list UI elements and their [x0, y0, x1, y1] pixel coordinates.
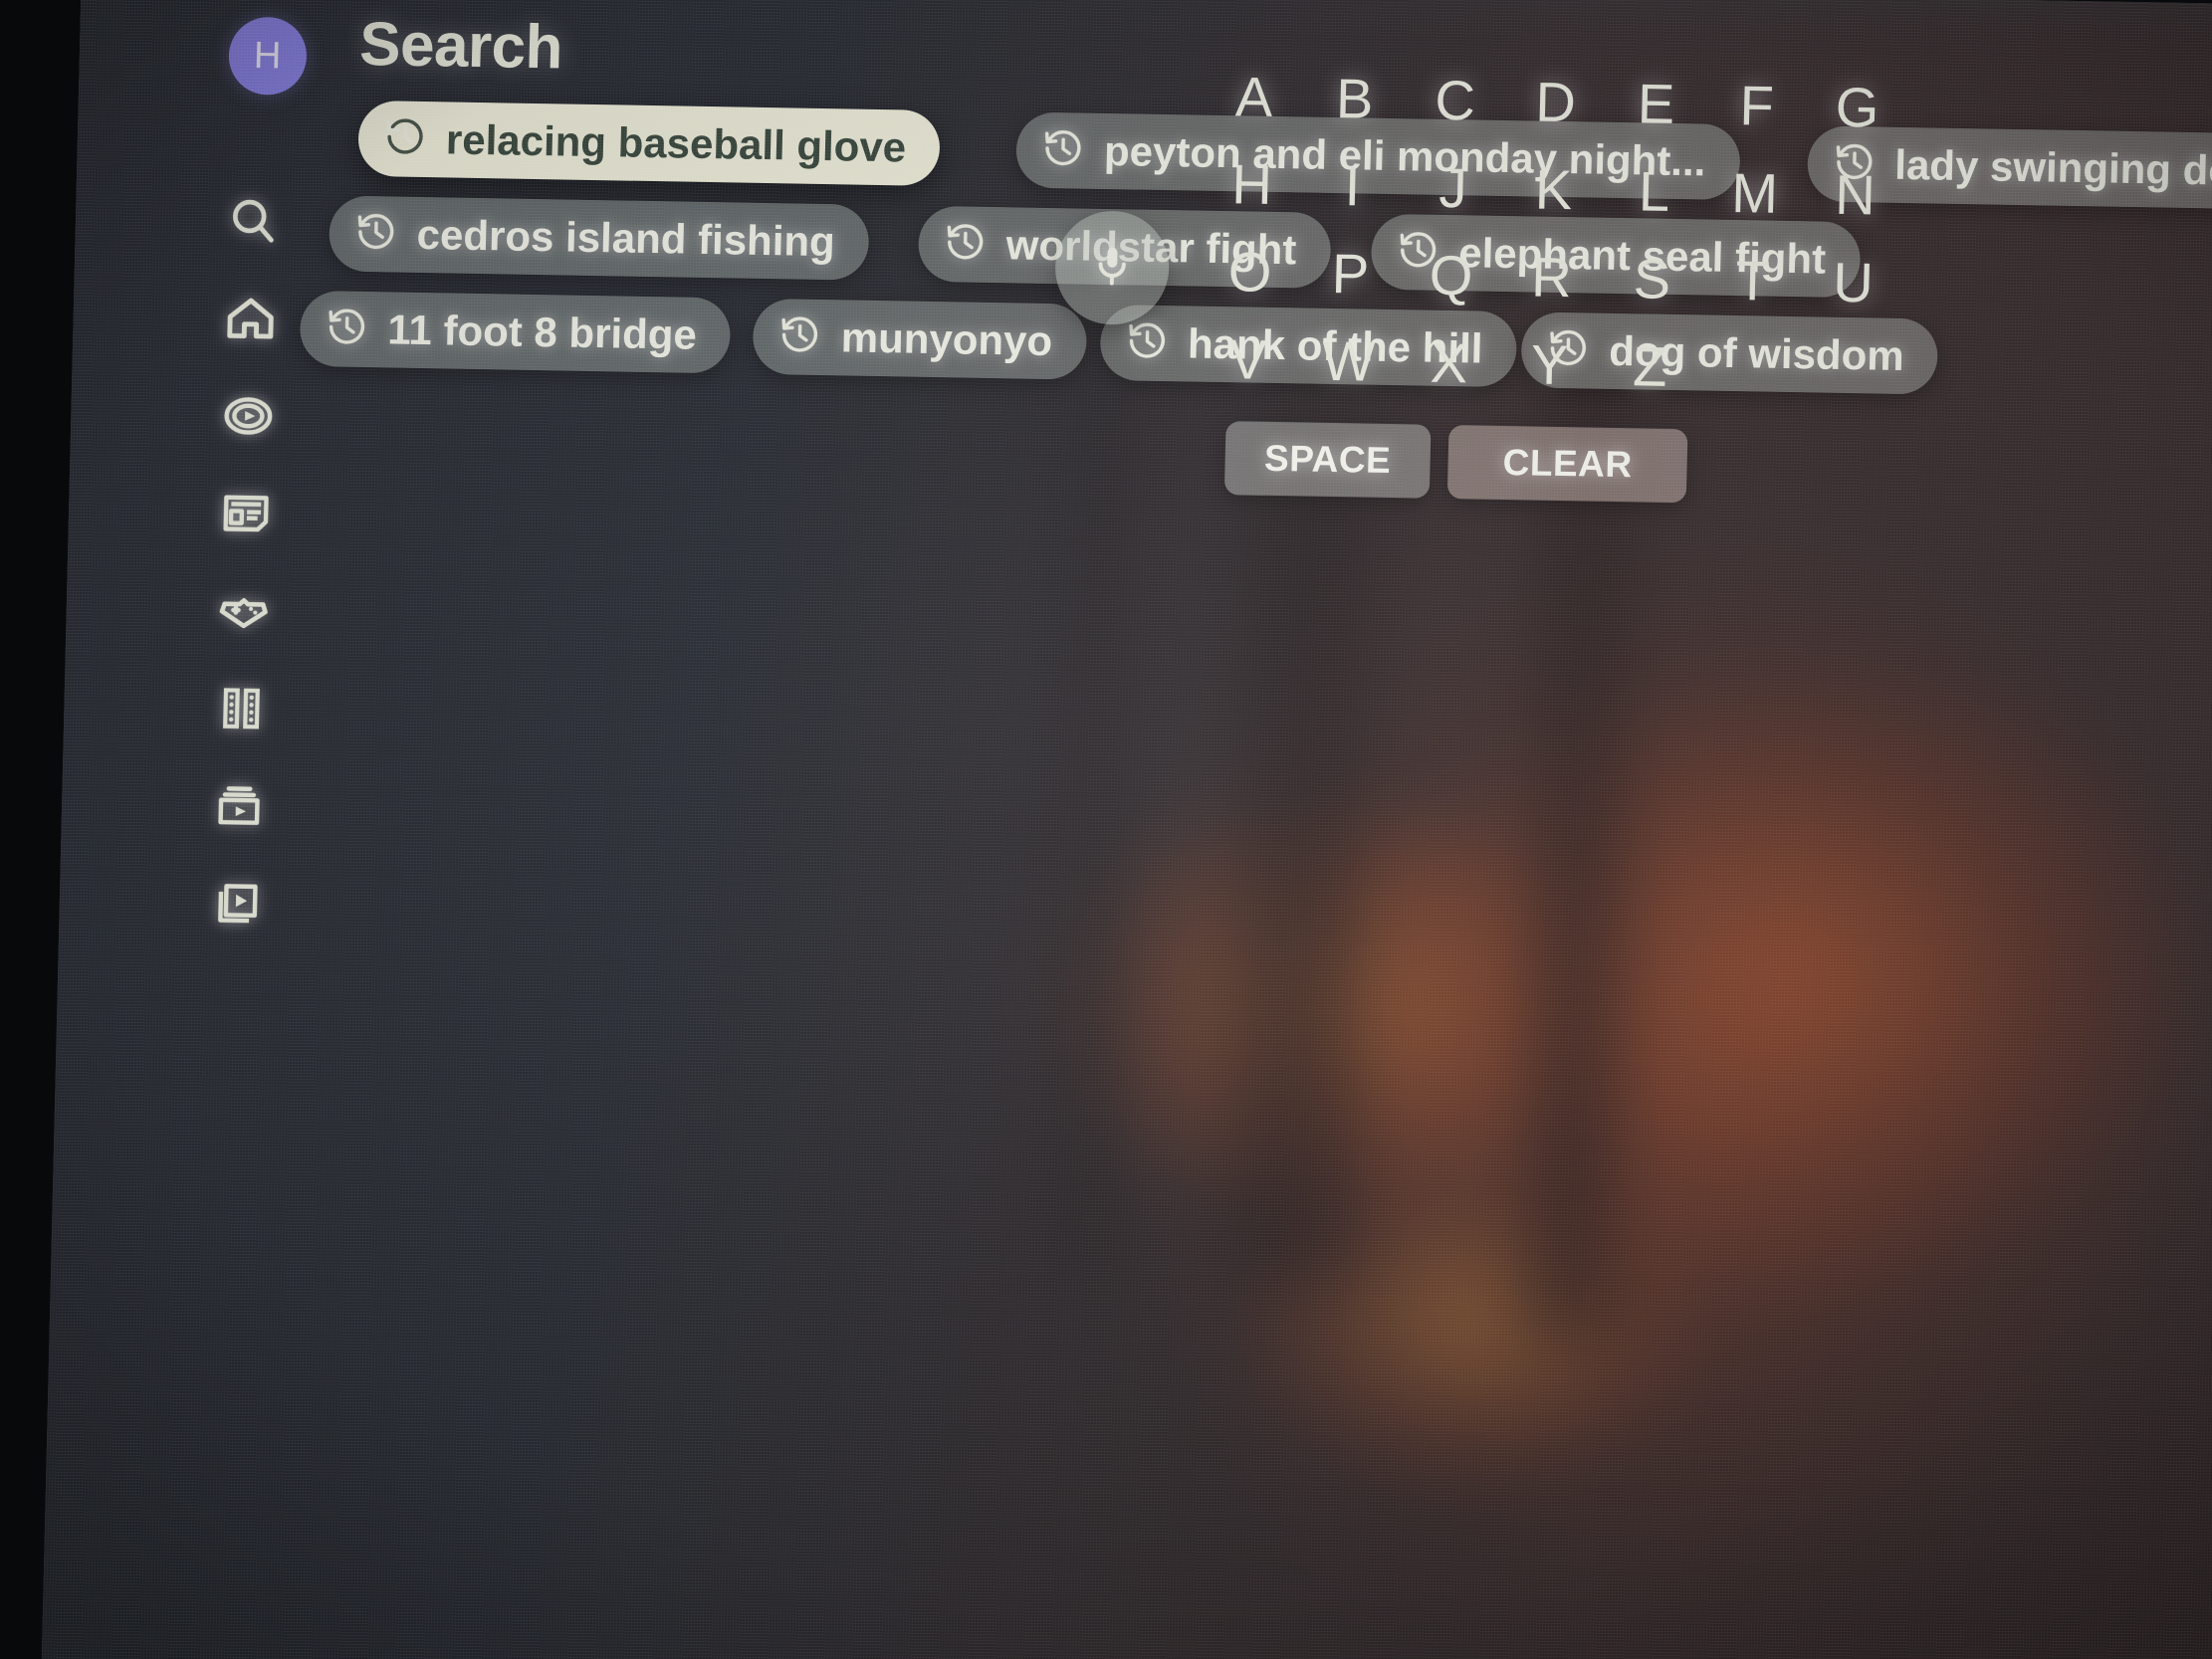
suggestion-label: 11 foot 8 bridge — [386, 306, 698, 358]
tv-photo-scene: H Search relacing baseball glove peyton … — [0, 0, 2212, 1659]
film-strip-icon — [213, 680, 270, 741]
library-icon — [208, 875, 265, 936]
sidebar-item-gaming[interactable] — [183, 563, 305, 663]
key-p[interactable]: P — [1299, 240, 1402, 329]
sidebar-item-movies[interactable] — [180, 661, 302, 760]
key-j[interactable]: J — [1402, 154, 1504, 244]
gaming-icon — [214, 581, 273, 645]
history-clock-icon — [776, 311, 823, 363]
history-clock-icon — [942, 219, 989, 271]
space-key[interactable]: SPACE — [1223, 421, 1432, 499]
key-i[interactable]: I — [1301, 152, 1404, 242]
key-l[interactable]: L — [1603, 158, 1705, 248]
keyboard-row: VWXYZ — [1197, 326, 1902, 426]
suggestion-label: cedros island fishing — [416, 210, 836, 266]
history-clock-icon — [324, 304, 370, 355]
suggestion-pill[interactable]: munyonyo — [752, 298, 1088, 380]
keyboard-action-row: SPACE CLEAR — [1223, 421, 1688, 504]
subscriptions-icon — [210, 777, 267, 839]
suggestion-label: lady swinging dog — [1893, 140, 2212, 195]
key-k[interactable]: K — [1502, 156, 1605, 246]
keyboard-row: HIJKLMN — [1201, 151, 1906, 251]
news-icon — [217, 485, 274, 546]
microphone-icon — [1087, 240, 1138, 296]
tv-screen-panel: H Search relacing baseball glove peyton … — [40, 0, 2212, 1659]
key-f[interactable]: F — [1705, 73, 1808, 162]
suggestion-label: munyonyo — [840, 313, 1053, 365]
key-b[interactable]: B — [1303, 65, 1406, 154]
history-clock-icon — [1039, 124, 1086, 176]
key-o[interactable]: O — [1199, 239, 1301, 328]
onscreen-keyboard: ABCDEFGHIJKLMNOPQRSTUVWXYZ — [1197, 64, 1908, 426]
key-x[interactable]: X — [1398, 329, 1500, 419]
key-n[interactable]: N — [1804, 161, 1906, 251]
suggestion-pill[interactable]: cedros island fishing — [328, 195, 870, 281]
search-ui-layer: H Search relacing baseball glove peyton … — [41, 0, 2212, 1659]
suggestion-pill[interactable]: relacing baseball glove — [357, 100, 942, 187]
sidebar-item-subscriptions[interactable] — [178, 758, 300, 858]
suggestion-label: relacing baseball glove — [445, 115, 907, 171]
page-title: Search — [358, 9, 563, 83]
key-h[interactable]: H — [1201, 151, 1303, 241]
clear-key[interactable]: CLEAR — [1446, 425, 1688, 504]
keyboard-row: OPQRSTU — [1199, 239, 1904, 338]
explore-icon — [220, 387, 277, 449]
key-v[interactable]: V — [1197, 326, 1299, 416]
key-z[interactable]: Z — [1599, 333, 1701, 423]
key-c[interactable]: C — [1404, 67, 1506, 156]
history-clock-icon — [1124, 317, 1171, 369]
key-e[interactable]: E — [1605, 71, 1707, 160]
key-u[interactable]: U — [1802, 249, 1904, 338]
avatar[interactable]: H — [228, 16, 308, 96]
suggestion-pill[interactable]: 11 foot 8 bridge — [299, 290, 732, 374]
key-a[interactable]: A — [1203, 64, 1305, 153]
keyboard-row: ABCDEFG — [1203, 64, 1908, 163]
sidebar-item-library[interactable] — [176, 856, 298, 955]
avatar-initial: H — [253, 34, 283, 78]
key-m[interactable]: M — [1703, 159, 1806, 249]
key-w[interactable]: W — [1297, 327, 1400, 417]
history-clock-icon — [381, 113, 428, 165]
sidebar-item-news[interactable] — [185, 466, 307, 565]
key-g[interactable]: G — [1806, 74, 1908, 163]
key-s[interactable]: S — [1601, 246, 1703, 335]
key-d[interactable]: D — [1504, 69, 1607, 158]
key-r[interactable]: R — [1500, 244, 1603, 333]
key-y[interactable]: Y — [1498, 331, 1601, 421]
key-q[interactable]: Q — [1400, 242, 1502, 331]
key-t[interactable]: T — [1701, 247, 1804, 336]
history-clock-icon — [352, 208, 399, 260]
